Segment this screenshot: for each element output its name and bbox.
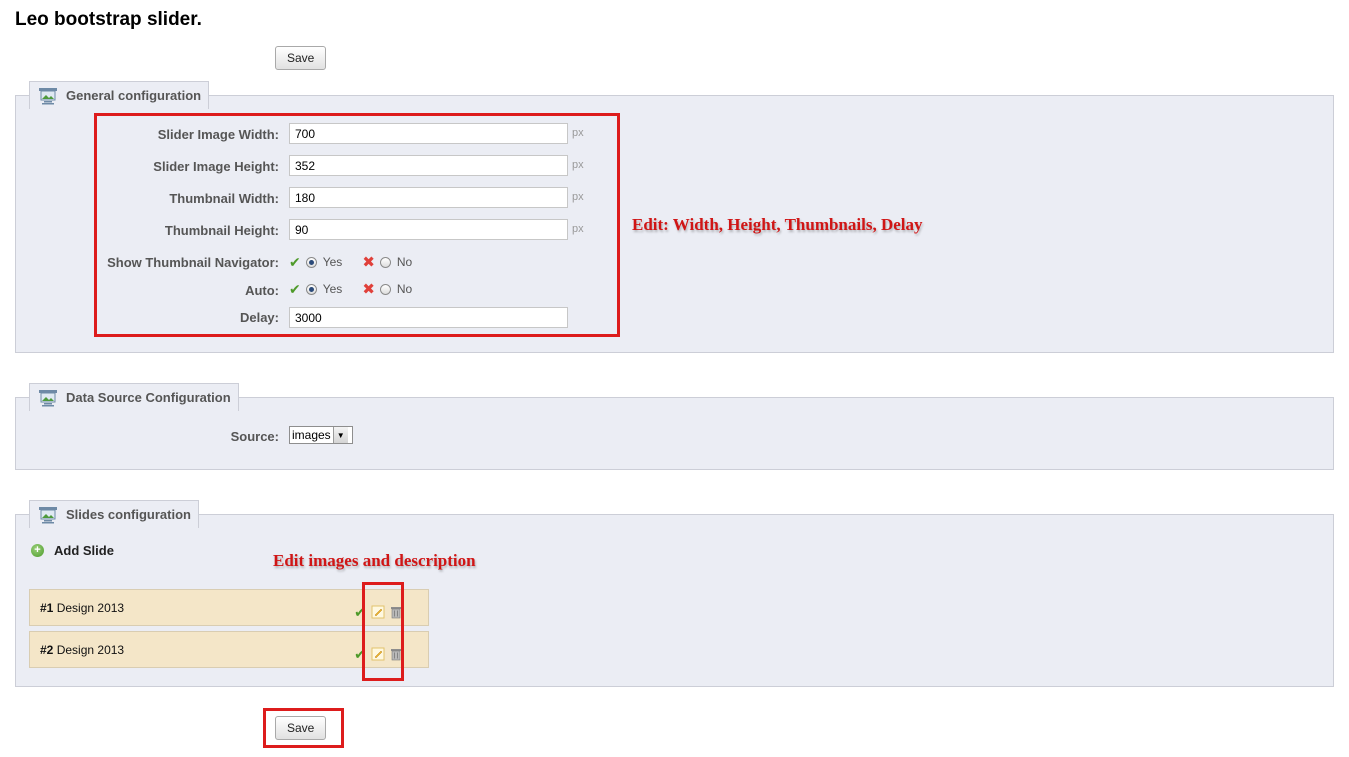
save-button-top[interactable]: Save xyxy=(275,46,326,70)
plus-circle-icon: + xyxy=(31,544,44,557)
slides-config-legend: Slides configuration xyxy=(29,500,199,528)
slide-name: Design 2013 xyxy=(56,601,125,615)
slides-config-title: Slides configuration xyxy=(66,507,191,522)
datasource-config-title: Data Source Configuration xyxy=(66,390,231,405)
source-label: Source: xyxy=(230,429,279,444)
slide-name: Design 2013 xyxy=(56,643,125,657)
image-config-icon xyxy=(38,506,58,524)
add-slide-link[interactable]: + Add Slide xyxy=(31,543,114,558)
chevron-down-icon[interactable]: ▼ xyxy=(332,427,348,443)
annotation-box-edit xyxy=(362,582,404,681)
annotation-box-save xyxy=(263,708,344,748)
image-config-icon xyxy=(38,87,58,105)
annotation-edit-general: Edit: Width, Height, Thumbnails, Delay xyxy=(632,215,923,234)
annotation-edit-images: Edit images and description xyxy=(273,551,476,570)
add-slide-label: Add Slide xyxy=(54,543,114,558)
image-config-icon xyxy=(38,389,58,407)
slide-row-title: #1 Design 2013 xyxy=(40,601,124,615)
annotation-box-general xyxy=(94,113,620,337)
datasource-config-legend: Data Source Configuration xyxy=(29,383,239,411)
source-select[interactable]: images ▼ xyxy=(289,426,353,444)
slide-number: #1 xyxy=(40,601,54,615)
general-config-title: General configuration xyxy=(66,88,202,103)
slide-number: #2 xyxy=(40,643,54,657)
general-config-legend: General configuration xyxy=(29,81,210,109)
slide-row-title: #2 Design 2013 xyxy=(40,643,124,657)
source-select-value: images xyxy=(292,428,331,442)
page-title: Leo bootstrap slider. xyxy=(15,9,202,30)
